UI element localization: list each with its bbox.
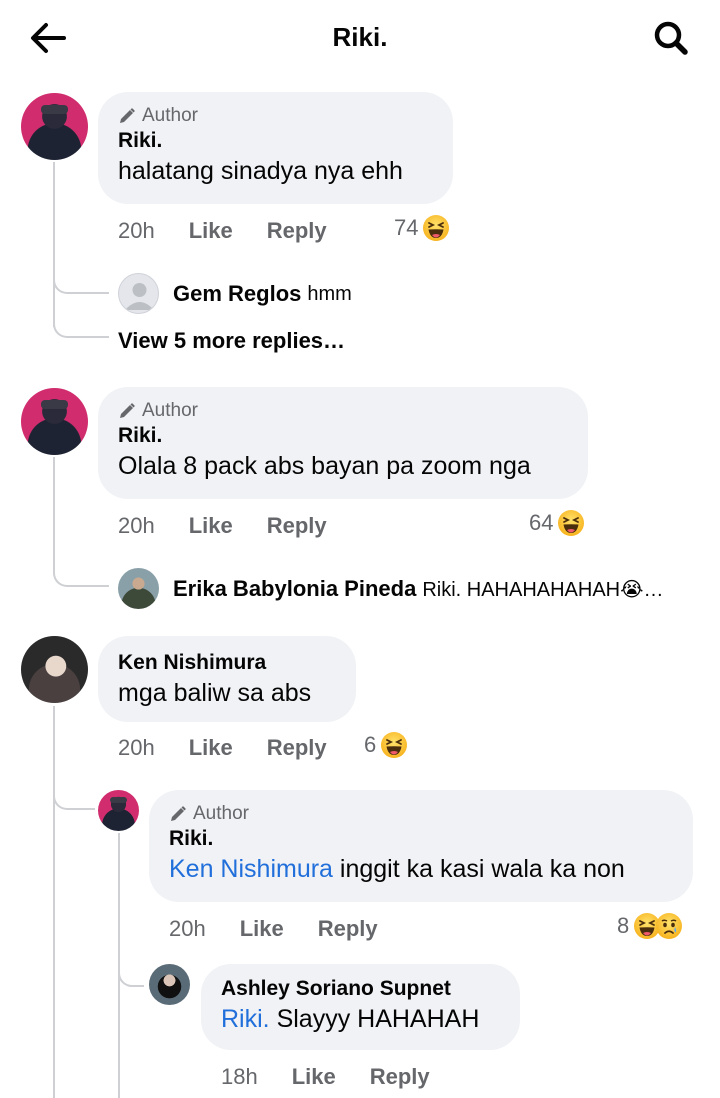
comment-text: Riki. Slayyy HAHAHAH — [221, 1002, 500, 1036]
thread-line — [53, 162, 55, 327]
mention-link[interactable]: Ken Nishimura — [169, 855, 333, 883]
comment-actions: 20h Like Reply — [169, 914, 378, 944]
reply-button[interactable]: Reply — [370, 1064, 430, 1090]
comment-actions: 20h Like Reply — [118, 733, 327, 763]
mention-link[interactable]: Riki. — [221, 1005, 270, 1033]
comment-bubble: Author Riki. halatang sinadya nya ehh — [98, 92, 453, 204]
thread-line — [53, 706, 55, 1098]
reaction-summary[interactable]: 8 — [617, 912, 683, 940]
search-icon — [654, 21, 688, 55]
sad-emoji-icon — [655, 912, 683, 940]
thread-connector — [53, 306, 109, 338]
comment-time[interactable]: 20h — [118, 735, 155, 761]
avatar[interactable] — [21, 636, 88, 703]
haha-emoji-icon — [380, 731, 408, 759]
author-label: Author — [193, 803, 249, 824]
reaction-summary[interactable]: 6 — [364, 731, 408, 759]
reply-bubble: Ashley Soriano Supnet Riki. Slayyy HAHAH… — [201, 964, 520, 1050]
comment-body: inggit ka kasi wala ka non — [339, 855, 625, 883]
reply-text: Riki. HAHAHAHAHAH😭… — [422, 578, 664, 601]
pencil-icon — [118, 402, 136, 420]
avatar[interactable] — [21, 93, 88, 160]
like-button[interactable]: Like — [189, 735, 233, 761]
default-avatar-icon — [125, 283, 154, 310]
comment-text: Ken Nishimura inggit ka kasi wala ka non — [169, 852, 673, 886]
reply-button[interactable]: Reply — [267, 513, 327, 539]
reaction-count: 8 — [617, 913, 630, 938]
comment-text: Olala 8 pack abs bayan pa zoom nga — [118, 452, 531, 480]
haha-emoji-icon — [557, 509, 585, 537]
commenter-name[interactable]: Riki. — [169, 826, 673, 852]
thread-line — [53, 457, 55, 567]
like-button[interactable]: Like — [240, 916, 284, 942]
reaction-count: 6 — [364, 732, 377, 757]
commenter-name[interactable]: Ken Nishimura — [118, 650, 336, 676]
comment-bubble: Ken Nishimura mga baliw sa abs — [98, 636, 356, 722]
comment-actions: 18h Like Reply — [221, 1062, 430, 1092]
pencil-icon — [118, 107, 136, 125]
top-bar: Riki. — [0, 0, 720, 78]
thread-connector — [53, 778, 95, 810]
thread-connector — [118, 955, 144, 987]
reply-author-name[interactable]: Erika Babylonia Pineda — [173, 576, 416, 602]
comment-actions: 20h Like Reply — [118, 216, 327, 246]
like-button[interactable]: Like — [189, 513, 233, 539]
comment-bubble: Author Riki. Olala 8 pack abs bayan pa z… — [98, 387, 588, 499]
reply-preview[interactable]: Gem Reglos hmm — [173, 280, 352, 308]
author-label: Author — [142, 400, 198, 421]
comment-text: mga baliw sa abs — [118, 679, 312, 707]
author-label: Author — [142, 105, 198, 126]
reply-author-name[interactable]: Gem Reglos — [173, 281, 301, 307]
reaction-summary[interactable]: 74 — [394, 214, 450, 242]
thread-connector — [53, 555, 109, 587]
pencil-icon — [169, 805, 187, 823]
avatar[interactable] — [21, 388, 88, 455]
commenter-name[interactable]: Riki. — [118, 423, 568, 449]
reaction-count: 64 — [529, 510, 554, 535]
like-button[interactable]: Like — [292, 1064, 336, 1090]
author-badge: Author — [169, 802, 673, 826]
comment-text: halatang sinadya nya ehh — [118, 157, 403, 185]
reply-text: hmm — [307, 282, 352, 305]
avatar[interactable] — [98, 790, 139, 831]
commenter-name[interactable]: Ashley Soriano Supnet — [221, 976, 500, 1002]
author-badge: Author — [118, 399, 568, 423]
author-badge: Author — [118, 104, 433, 128]
avatar[interactable] — [149, 964, 190, 1005]
reaction-summary[interactable]: 64 — [529, 509, 585, 537]
search-button[interactable] — [650, 18, 694, 58]
reply-button[interactable]: Reply — [318, 916, 378, 942]
avatar[interactable] — [118, 568, 159, 609]
reply-bubble: Author Riki. Ken Nishimura inggit ka kas… — [149, 790, 693, 902]
comment-time[interactable]: 20h — [169, 916, 206, 942]
reaction-count: 74 — [394, 215, 419, 240]
like-button[interactable]: Like — [189, 218, 233, 244]
commenter-name[interactable]: Riki. — [118, 128, 433, 154]
thread-connector — [53, 262, 109, 294]
reply-preview[interactable]: Erika Babylonia Pineda Riki. HAHAHAHAHAH… — [173, 575, 693, 603]
page-title: Riki. — [332, 22, 388, 52]
view-more-replies-link[interactable]: View 5 more replies… — [118, 328, 345, 354]
comment-time[interactable]: 20h — [118, 218, 155, 244]
haha-emoji-icon — [422, 214, 450, 242]
comment-body: Slayyy HAHAHAH — [276, 1005, 480, 1033]
avatar[interactable] — [118, 273, 159, 314]
comment-time[interactable]: 20h — [118, 513, 155, 539]
comment-time[interactable]: 18h — [221, 1064, 258, 1090]
reply-button[interactable]: Reply — [267, 735, 327, 761]
reply-button[interactable]: Reply — [267, 218, 327, 244]
comment-actions: 20h Like Reply — [118, 511, 327, 541]
